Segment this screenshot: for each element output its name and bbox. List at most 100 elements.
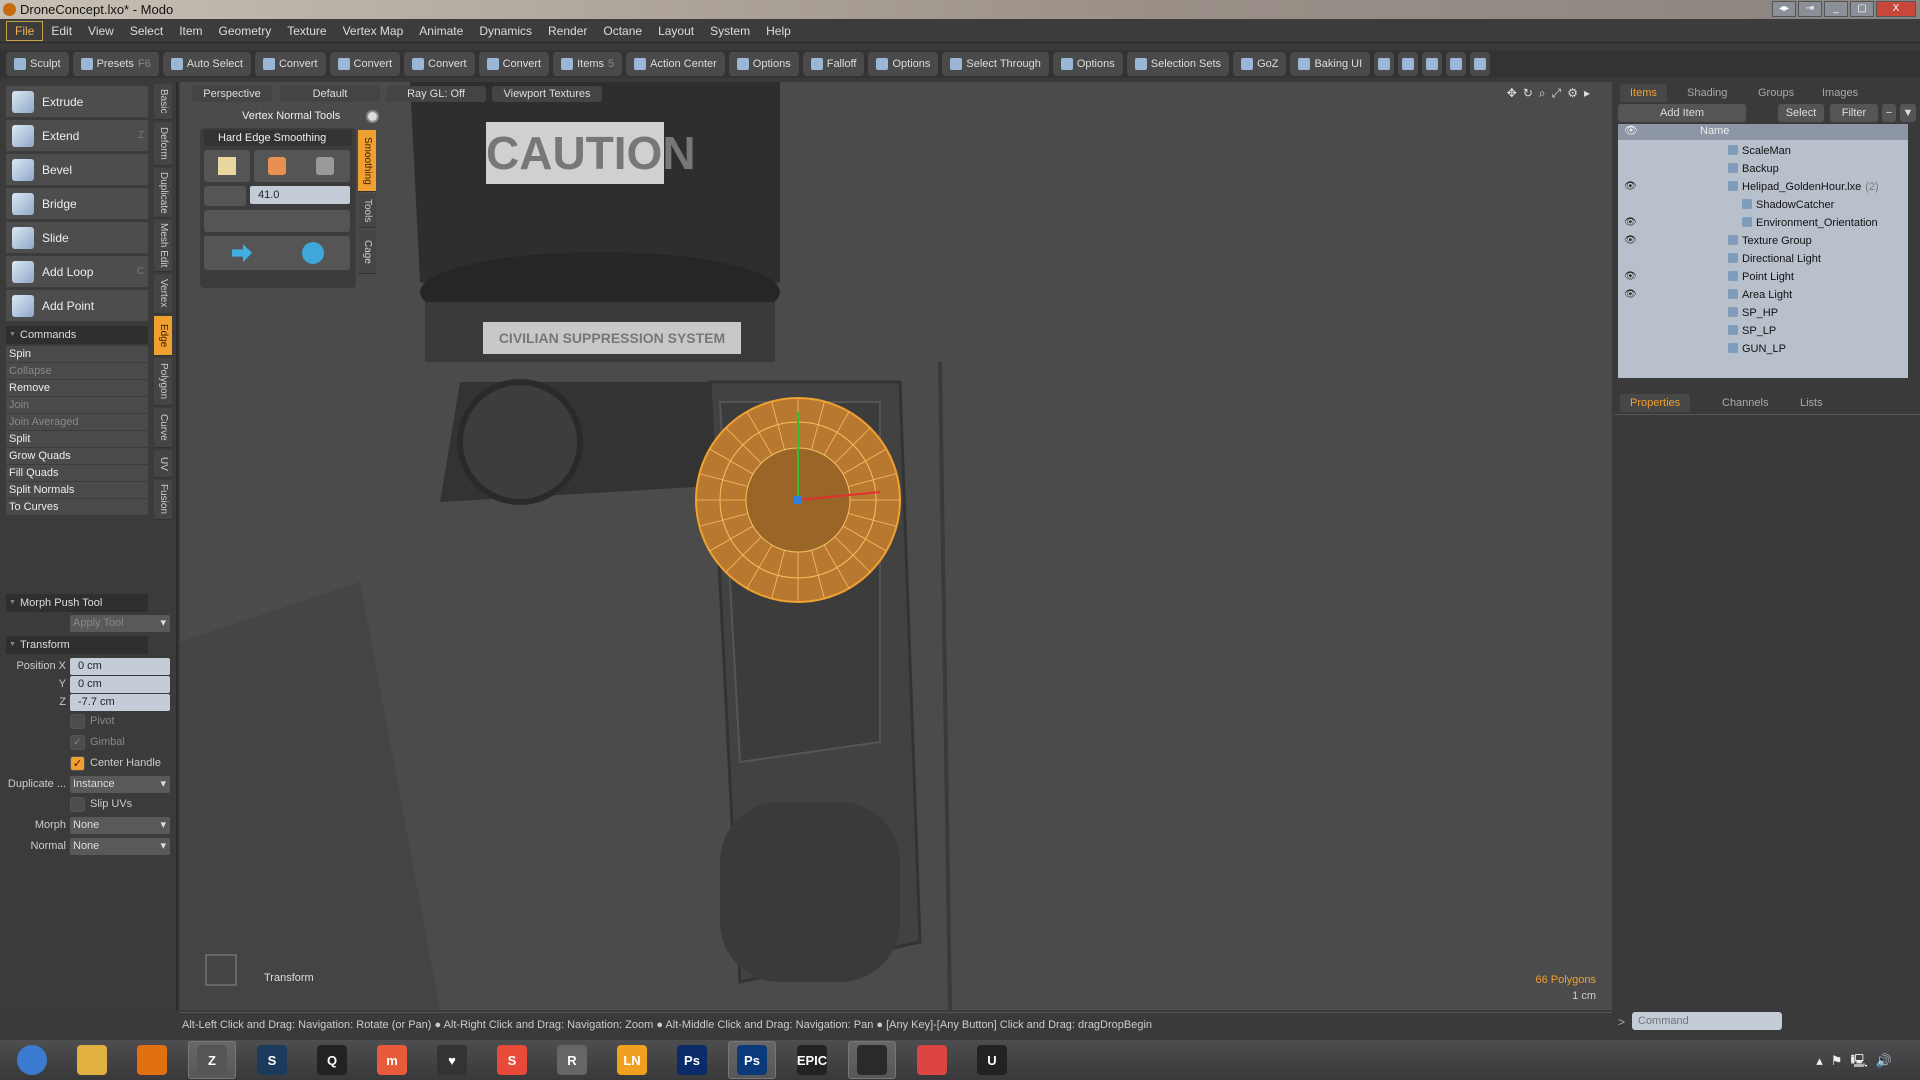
position-x-field[interactable]: 0 cm (70, 658, 170, 675)
taskbar-substance[interactable]: S (488, 1041, 536, 1079)
taskbar-marmoset[interactable]: m (368, 1041, 416, 1079)
item-row-point-light[interactable]: 👁 Point Light (1618, 268, 1908, 286)
render-icon-button[interactable] (1374, 52, 1395, 76)
command-spin[interactable]: Spin (6, 346, 148, 363)
collapse-icon[interactable]: − (1882, 104, 1896, 122)
item-row-backup[interactable]: Backup (1618, 160, 1908, 178)
sphere-icon-button[interactable] (1398, 52, 1419, 76)
taskbar-photoshop2[interactable]: Ps (728, 1041, 776, 1079)
plus-icon-button[interactable] (1446, 52, 1467, 76)
k-icon-button[interactable] (1422, 52, 1443, 76)
tool-slide[interactable]: Slide (6, 222, 148, 254)
tab-duplicate[interactable]: Duplicate (154, 168, 172, 218)
taskbar-zbrush[interactable]: Z (188, 1041, 236, 1079)
command-to-curves[interactable]: To Curves (6, 499, 148, 516)
vnt-tab-smoothing[interactable]: Smoothing (358, 130, 376, 192)
normal-buttons-row[interactable] (204, 210, 350, 232)
command-remove[interactable]: Remove (6, 380, 148, 397)
smooth-cube-button[interactable] (204, 150, 250, 182)
name-column[interactable]: Name (1700, 125, 1729, 137)
center-handle-checkbox[interactable]: ✓ (70, 756, 85, 771)
menu-animate[interactable]: Animate (411, 22, 471, 40)
taskbar-lightning[interactable]: LN (608, 1041, 656, 1079)
eye-icon[interactable]: 👁 (1624, 268, 1637, 286)
hard-edge-smoothing-header[interactable]: Hard Edge Smoothing (204, 130, 352, 146)
tool-add-loop[interactable]: Add Loop C (6, 256, 148, 288)
commands-header[interactable]: Commands (6, 326, 148, 344)
taskbar-unreal[interactable]: U (968, 1041, 1016, 1079)
menu-edit[interactable]: Edit (43, 22, 80, 40)
3d-viewport[interactable]: CAUTION CIVILIAN SUPPRESSION SYSTEM Pers… (180, 82, 1612, 1010)
toolbar-auto-select-button[interactable]: Auto Select (162, 52, 251, 76)
morph-push-tool-header[interactable]: Morph Push Tool (6, 594, 148, 612)
transform-header[interactable]: Transform (6, 636, 148, 654)
minimize-button[interactable]: _ (1824, 1, 1848, 17)
maximize-button[interactable]: ▢ (1850, 1, 1874, 17)
layout-icon[interactable]: ◂▸ (1772, 1, 1796, 17)
tab-deform[interactable]: Deform (154, 122, 172, 166)
tab-lists[interactable]: Lists (1790, 394, 1833, 412)
toolbar-goz-button[interactable]: GoZ (1233, 52, 1287, 76)
tab-images[interactable]: Images (1812, 84, 1868, 102)
menu-layout[interactable]: Layout (650, 22, 702, 40)
toolbar-convert-button[interactable]: Convert (478, 52, 550, 76)
tool-add-point[interactable]: Add Point (6, 290, 148, 322)
item-row-helipad-goldenhour-lxe[interactable]: 👁 Helipad_GoldenHour.lxe (2) (1618, 178, 1908, 196)
command-grow-quads[interactable]: Grow Quads (6, 448, 148, 465)
toolbar-action-center-button[interactable]: Action Center (626, 52, 725, 76)
toolbar-options-button[interactable]: Options (868, 52, 939, 76)
taskbar-app-heart[interactable]: ♥ (428, 1041, 476, 1079)
menu-vertex-map[interactable]: Vertex Map (335, 22, 412, 40)
taskbar-photoshop[interactable]: Ps (668, 1041, 716, 1079)
filter-funnel-icon[interactable]: ▼ (1900, 104, 1916, 122)
add-item-button[interactable]: Add Item (1618, 104, 1746, 122)
command-input[interactable] (1632, 1012, 1782, 1030)
eye-icon[interactable]: 👁 (1624, 286, 1637, 304)
tab-groups[interactable]: Groups (1748, 84, 1804, 102)
menu-dynamics[interactable]: Dynamics (471, 22, 540, 40)
taskbar-epic[interactable]: EPIC (788, 1041, 836, 1079)
toolbar-sculpt-button[interactable]: Sculpt (6, 52, 69, 76)
command-split[interactable]: Split (6, 431, 148, 448)
item-row-directional-light[interactable]: Directional Light (1618, 250, 1908, 268)
taskbar-quixel[interactable]: Q (308, 1041, 356, 1079)
tab-channels[interactable]: Channels (1712, 394, 1778, 412)
vnt-toggle[interactable] (366, 110, 379, 123)
command-fill-quads[interactable]: Fill Quads (6, 465, 148, 482)
eye-icon[interactable]: 👁 (1624, 178, 1637, 196)
view-type-perspective[interactable]: Perspective (192, 86, 272, 102)
gimbal-checkbox[interactable]: ✓ (70, 735, 85, 750)
system-tray[interactable]: ▴⚑🖳🔊 (1816, 1052, 1900, 1074)
duplicate-dropdown[interactable]: Instance (70, 776, 170, 793)
tab-polygon[interactable]: Polygon (154, 358, 172, 406)
tool-bridge[interactable]: Bridge (6, 188, 148, 220)
toolbar-options-button[interactable]: Options (1052, 52, 1123, 76)
toolbar-convert-button[interactable]: Convert (404, 52, 475, 76)
tab-vertex[interactable]: Vertex (154, 274, 172, 314)
tool-bevel[interactable]: Bevel (6, 154, 148, 186)
toolbar-select-through-button[interactable]: Select Through (942, 52, 1049, 76)
tab-properties[interactable]: Properties (1620, 394, 1691, 412)
menu-help[interactable]: Help (758, 22, 799, 40)
item-row-area-light[interactable]: 👁 Area Light (1618, 286, 1908, 304)
taskbar-chrome[interactable] (908, 1041, 956, 1079)
tab-mesh-edit[interactable]: Mesh Edit (154, 220, 172, 272)
item-row-texture-group[interactable]: 👁 Texture Group (1618, 232, 1908, 250)
command-split-normals[interactable]: Split Normals (6, 482, 148, 499)
position-z-field[interactable]: -7.7 cm (70, 694, 170, 711)
menu-geometry[interactable]: Geometry (211, 22, 280, 40)
command-join[interactable]: Join (6, 397, 148, 414)
toolbar-items-button[interactable]: Items 5 (553, 52, 623, 76)
tab-curve[interactable]: Curve (154, 408, 172, 448)
tab-fusion[interactable]: Fusion (154, 480, 172, 520)
taskbar-explorer[interactable] (68, 1041, 116, 1079)
taskbar-app-dark[interactable] (848, 1041, 896, 1079)
close-button[interactable]: X (1876, 1, 1916, 17)
menu-view[interactable]: View (80, 22, 122, 40)
morph-dropdown[interactable]: None (70, 817, 170, 834)
apply-tool-button[interactable]: Apply Tool (70, 615, 170, 632)
item-row-sp-hp[interactable]: SP_HP (1618, 304, 1908, 322)
item-row-environment-orientation[interactable]: 👁 Environment_Orientation (1618, 214, 1908, 232)
slip-uvs-checkbox[interactable] (70, 797, 85, 812)
eye-icon[interactable]: 👁 (1624, 232, 1637, 250)
